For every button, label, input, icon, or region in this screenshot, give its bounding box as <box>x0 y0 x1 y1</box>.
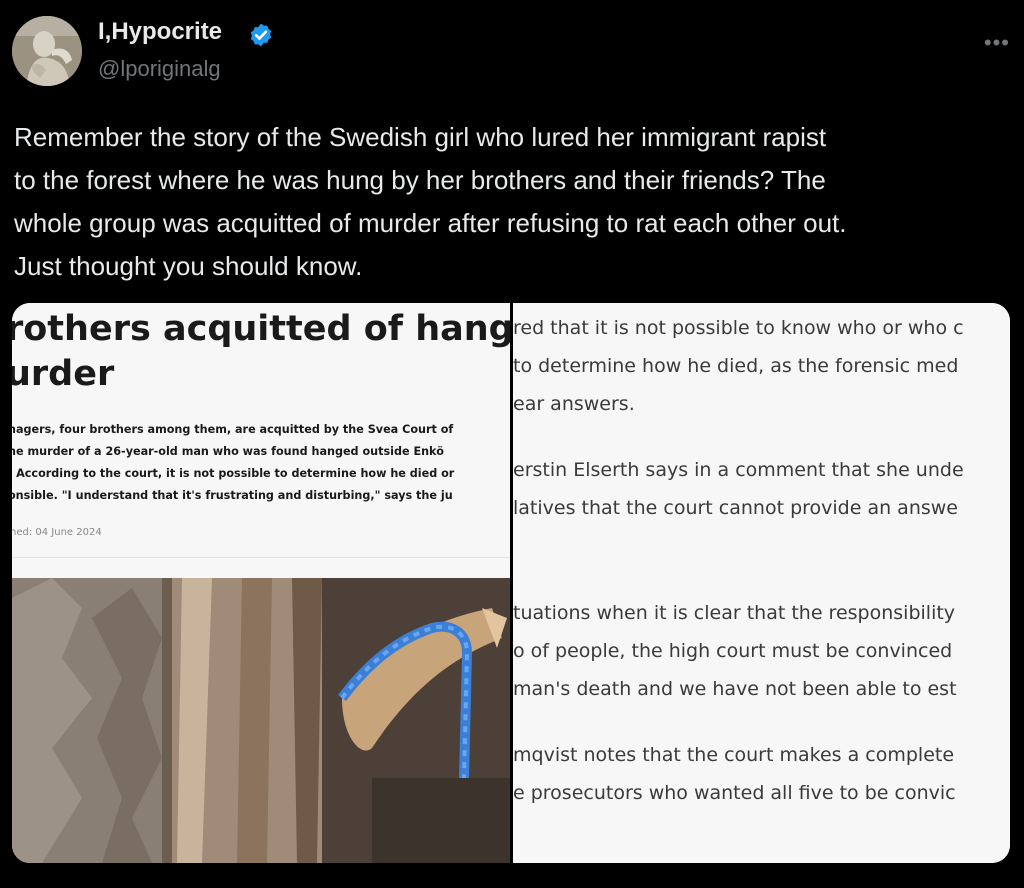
article-headline-line: rothers acquitted of hangi <box>12 309 510 349</box>
article-continued-line: erstin Elserth says in a comment that sh… <box>513 459 964 481</box>
handle[interactable]: @lporiginalg <box>98 56 221 82</box>
media-image-article[interactable]: rothers acquitted of hangi urder nagers, … <box>12 303 510 863</box>
divider <box>12 557 510 558</box>
article-continued-line: red that it is not possible to know who … <box>513 317 964 339</box>
article-headline: rothers acquitted of hangi urder <box>12 307 510 397</box>
article-lede-line: . According to the court, it is not poss… <box>12 467 455 480</box>
media-grid[interactable]: rothers acquitted of hangi urder nagers, … <box>12 303 1010 863</box>
tree-rope-photo-icon <box>12 578 510 863</box>
verified-badge-icon <box>250 23 272 47</box>
tweet-text-line: to the forest where he was hung by her b… <box>14 165 826 195</box>
article-lede-line: nagers, four brothers among them, are ac… <box>12 423 454 436</box>
avatar-statue-icon <box>12 16 82 86</box>
tweet-text-line: Just thought you should know. <box>14 251 363 281</box>
tweet-text-line: Remember the story of the Swedish girl w… <box>14 122 827 152</box>
article-lede-line: onsible. "I understand that it's frustra… <box>12 489 453 502</box>
article-continued-line: latives that the court cannot provide an… <box>513 497 958 519</box>
more-options-icon[interactable]: ••• <box>984 30 1010 56</box>
article-published-date: hed: 04 June 2024 <box>12 527 102 538</box>
article-continued-line: tuations when it is clear that the respo… <box>513 602 956 624</box>
article-headline-line: urder <box>12 354 115 394</box>
tweet-text: Remember the story of the Swedish girl w… <box>14 116 1014 288</box>
media-image-article-continued[interactable]: red that it is not possible to know who … <box>513 303 1010 863</box>
article-continued-line: to determine how he died, as the forensi… <box>513 355 959 377</box>
article-continued-line: ear answers. <box>513 393 635 415</box>
article-continued-line: o of people, the high court must be conv… <box>513 640 953 662</box>
article-lede: nagers, four brothers among them, are ac… <box>12 419 510 507</box>
article-continued-line: e prosecutors who wanted all five to be … <box>513 782 956 804</box>
display-name[interactable]: I,Hypocrite <box>98 18 222 46</box>
article-continued-line: mqvist notes that the court makes a comp… <box>513 744 955 766</box>
tweet-text-line: whole group was acquitted of murder afte… <box>14 208 847 238</box>
article-lede-line: he murder of a 26-year-old man who was f… <box>12 445 444 458</box>
article-continued-line: man's death and we have not been able to… <box>513 678 957 700</box>
avatar[interactable] <box>12 16 82 86</box>
